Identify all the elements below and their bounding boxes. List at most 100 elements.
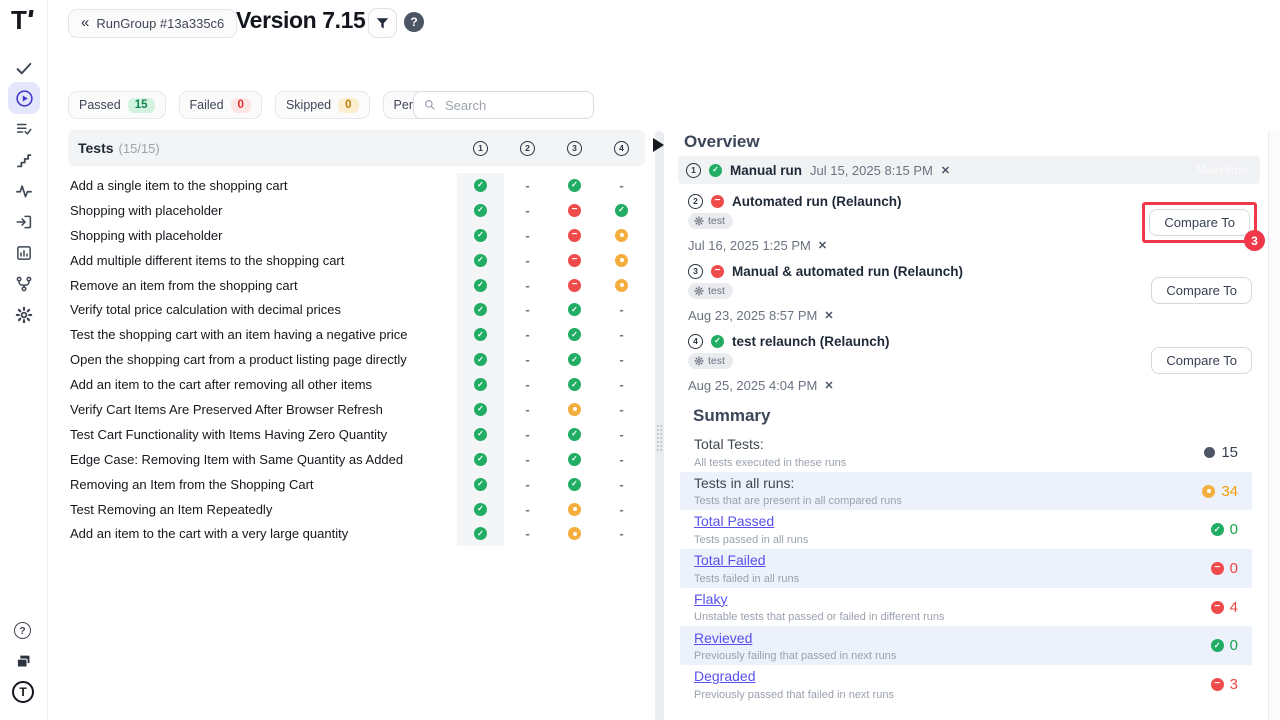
report-icon[interactable] [15,244,33,262]
filter-chip-failed[interactable]: Failed 0 [179,91,262,119]
gear-icon[interactable] [15,306,33,324]
summary-title: Summary [693,407,1268,425]
compare-to-button[interactable]: Compare To [1151,347,1252,374]
status-cell: - [504,521,551,546]
summary-link[interactable]: Flaky [694,591,727,607]
tag-label: test [708,215,725,227]
summary-count: 0 [1230,637,1238,654]
help-circle-icon[interactable]: ? [14,622,31,639]
scrollbar[interactable] [1268,131,1280,720]
status-cell: ✓ [457,472,504,497]
table-row[interactable]: Test Cart Functionality with Items Havin… [68,422,645,447]
page-title: Version 7.15 [236,7,365,34]
run-number-icon[interactable]: 4 [614,141,629,156]
run-tag[interactable]: test [688,213,733,229]
summary-row-text: Tests in all runs: Tests that are presen… [694,475,1202,508]
list-check-icon[interactable] [15,120,33,138]
summary-count: 4 [1230,599,1238,616]
search-icon [423,98,437,112]
table-row[interactable]: Verify total price calculation with deci… [68,297,645,322]
status-cell: ✓ [457,322,504,347]
no-run-dash: - [525,178,529,193]
filter-button[interactable] [368,8,397,38]
status-cell: ✓ [551,173,598,198]
run-tag[interactable]: test [688,353,733,369]
compare-to-button[interactable]: Compare To [1149,209,1250,236]
table-row[interactable]: Test Removing an Item Repeatedly✓-- [68,497,645,522]
no-run-dash: - [619,402,623,417]
table-row[interactable]: Shopping with placeholder✓-−✓ [68,198,645,223]
run-name: test relaunch (Relaunch) [732,334,890,349]
run-item[interactable]: 4✓ test relaunch (Relaunch) test Aug 25,… [688,333,1260,393]
import-icon[interactable] [15,213,33,231]
table-row[interactable]: Add multiple different items to the shop… [68,248,645,273]
summary-link[interactable]: Total Passed [694,513,774,529]
skipped-icon [568,503,581,516]
summary-link[interactable]: Degraded [694,668,756,684]
skipped-icon [615,229,628,242]
run-item[interactable]: 2− Automated run (Relaunch) test Jul 16,… [688,193,1260,253]
run-number-icon[interactable]: 3 [688,264,703,279]
no-run-dash: - [619,502,623,517]
gear-icon [694,286,704,296]
collapse-panel-arrow-icon[interactable] [653,138,664,152]
pulse-icon[interactable] [15,182,33,200]
account-logo-icon[interactable]: T [12,681,34,703]
filter-chip-skipped[interactable]: Skipped 0 [275,91,370,119]
close-icon[interactable]: ✕ [818,239,827,252]
run-number-icon[interactable]: 1 [473,141,488,156]
status-cell: - [504,372,551,397]
stairs-icon[interactable] [15,151,33,169]
close-icon[interactable]: ✕ [941,164,950,177]
summary-link[interactable]: Revieved [694,630,752,646]
close-icon[interactable]: ✕ [824,309,833,322]
run-number-icon[interactable]: 3 [567,141,582,156]
passed-icon: ✓ [568,353,581,366]
table-row[interactable]: Open the shopping cart from a product li… [68,347,645,372]
summary-row: Flaky Unstable tests that passed or fail… [680,588,1252,627]
run-item-main[interactable]: 1✓ Manual run Jul 15, 2025 8:15 PM ✕ Mai… [678,156,1260,184]
test-name: Add an item to the cart with a very larg… [68,526,457,541]
search-input[interactable] [443,97,584,114]
table-row[interactable]: Edge Case: Removing Item with Same Quant… [68,447,645,472]
status-cell: - [504,422,551,447]
play-circle-icon[interactable] [8,82,40,114]
run-tag[interactable]: test [688,283,733,299]
check-icon[interactable] [15,59,33,77]
run-number-icon[interactable]: 2 [520,141,535,156]
help-button[interactable]: ? [404,12,424,32]
summary-description: Previously passed that failed in next ru… [694,689,1211,701]
skipped-icon [1202,485,1215,498]
close-icon[interactable]: ✕ [824,379,833,392]
run-number-icon[interactable]: 2 [688,194,703,209]
table-row[interactable]: Test the shopping cart with an item havi… [68,322,645,347]
passed-icon: ✓ [568,478,581,491]
search-box[interactable] [413,91,594,119]
table-row[interactable]: Add an item to the cart with a very larg… [68,521,645,546]
run-number-icon[interactable]: 1 [686,163,701,178]
skipped-icon [568,403,581,416]
run-date: Jul 15, 2025 8:15 PM [810,163,933,178]
table-row[interactable]: Remove an item from the shopping cart✓-− [68,273,645,298]
table-row[interactable]: Removing an Item from the Shopping Cart✓… [68,472,645,497]
branch-icon[interactable] [15,275,33,293]
filter-chip-passed[interactable]: Passed 15 [68,91,166,119]
summary-link[interactable]: Total Failed [694,552,766,568]
status-cell: ✓ [457,297,504,322]
docs-icon[interactable] [14,652,33,671]
status-cell: - [598,173,645,198]
table-row[interactable]: Add a single item to the shopping cart✓-… [68,173,645,198]
compare-to-button[interactable]: Compare To [1151,277,1252,304]
back-to-rungroup-button[interactable]: « RunGroup #13a335c6 [68,9,237,38]
passed-icon: ✓ [474,204,487,217]
status-cell: − [551,273,598,298]
drag-handle[interactable] [656,424,663,452]
no-run-dash: - [525,427,529,442]
table-row[interactable]: Verify Cart Items Are Preserved After Br… [68,397,645,422]
run-number-icon[interactable]: 4 [688,334,703,349]
table-row[interactable]: Shopping with placeholder✓-− [68,223,645,248]
table-row[interactable]: Add an item to the cart after removing a… [68,372,645,397]
status-cell: − [551,223,598,248]
summary-description: Tests failed in all runs [694,573,1211,585]
run-item[interactable]: 3− Manual & automated run (Relaunch) tes… [688,263,1260,323]
